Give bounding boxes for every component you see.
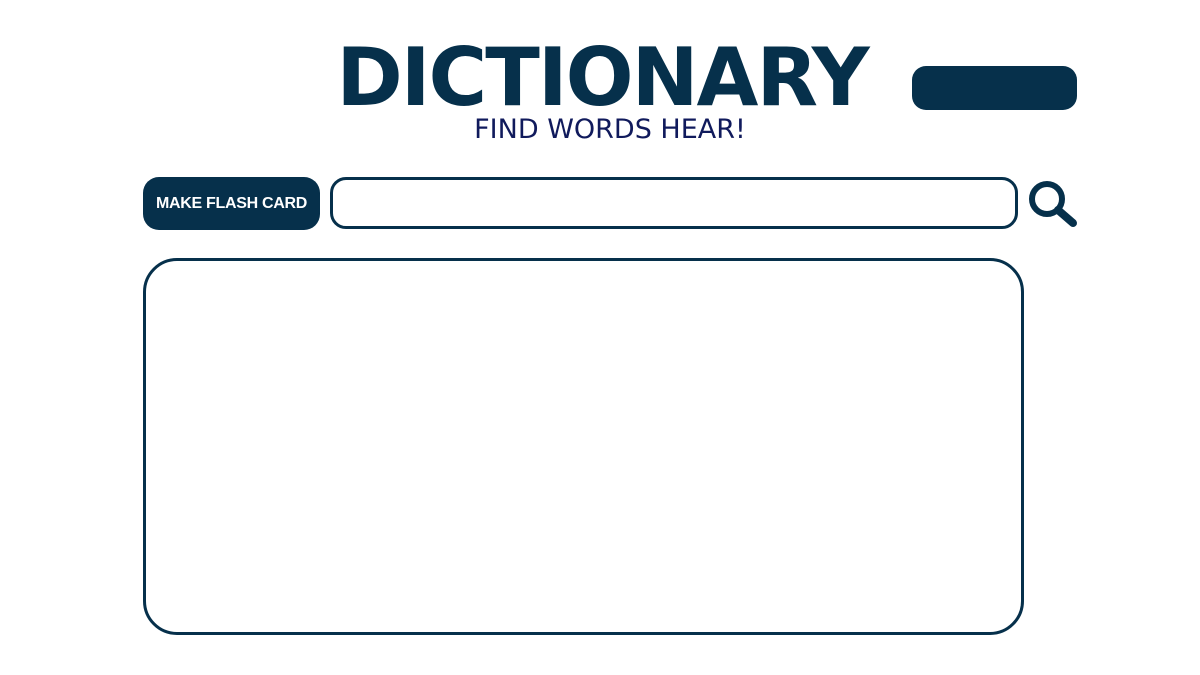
search-input[interactable] [330, 177, 1018, 229]
dictionary-app: DICTIONARY FIND WORDS HEAR! MAKE FLASH C… [0, 0, 1200, 675]
search-button[interactable] [1026, 178, 1080, 230]
make-flash-card-button[interactable]: MAKE FLASH CARD [143, 177, 320, 230]
page-title: DICTIONARY [336, 31, 869, 124]
results-panel [143, 258, 1024, 635]
page-subtitle: FIND WORDS HEAR! [474, 114, 746, 145]
search-icon [1029, 181, 1077, 227]
header-action-button[interactable] [912, 66, 1077, 110]
